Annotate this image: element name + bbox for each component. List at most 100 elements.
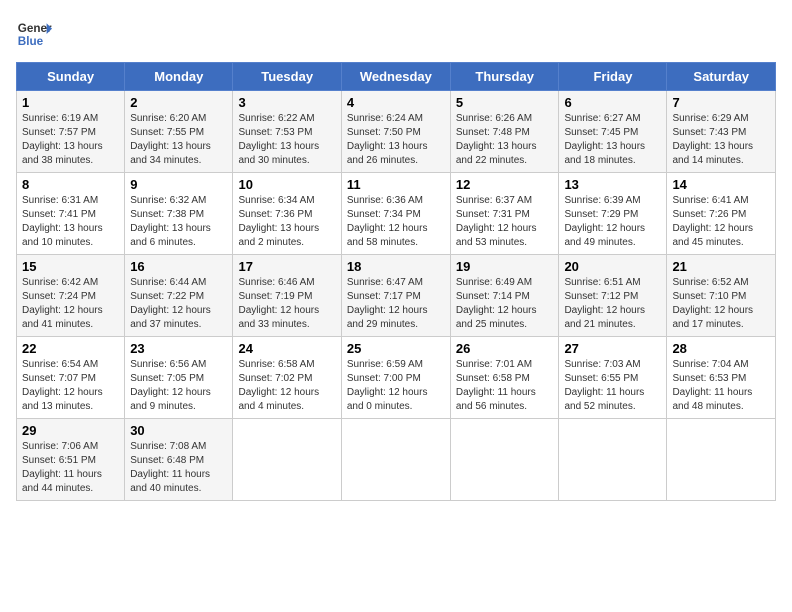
day-number: 18 [347, 259, 445, 274]
calendar-cell: 15 Sunrise: 6:42 AM Sunset: 7:24 PM Dayli… [17, 255, 125, 337]
calendar-cell: 30 Sunrise: 7:08 AM Sunset: 6:48 PM Dayli… [125, 419, 233, 501]
header-cell-tuesday: Tuesday [233, 63, 341, 91]
calendar-cell: 3 Sunrise: 6:22 AM Sunset: 7:53 PM Daylig… [233, 91, 341, 173]
day-detail: Sunrise: 6:32 AM Sunset: 7:38 PM Dayligh… [130, 194, 227, 250]
day-number: 9 [130, 177, 227, 192]
day-number: 14 [672, 177, 770, 192]
day-detail: Sunrise: 6:34 AM Sunset: 7:36 PM Dayligh… [238, 194, 335, 250]
day-detail: Sunrise: 6:36 AM Sunset: 7:34 PM Dayligh… [347, 194, 445, 250]
calendar-cell: 11 Sunrise: 6:36 AM Sunset: 7:34 PM Dayli… [341, 173, 450, 255]
day-detail: Sunrise: 6:20 AM Sunset: 7:55 PM Dayligh… [130, 112, 227, 168]
day-number: 24 [238, 341, 335, 356]
week-row-4: 22 Sunrise: 6:54 AM Sunset: 7:07 PM Dayli… [17, 337, 776, 419]
day-number: 28 [672, 341, 770, 356]
day-detail: Sunrise: 7:06 AM Sunset: 6:51 PM Dayligh… [22, 440, 119, 496]
day-detail: Sunrise: 6:24 AM Sunset: 7:50 PM Dayligh… [347, 112, 445, 168]
day-detail: Sunrise: 6:49 AM Sunset: 7:14 PM Dayligh… [456, 276, 554, 332]
day-number: 27 [564, 341, 661, 356]
calendar-cell: 29 Sunrise: 7:06 AM Sunset: 6:51 PM Dayli… [17, 419, 125, 501]
day-number: 30 [130, 423, 227, 438]
header-cell-monday: Monday [125, 63, 233, 91]
day-detail: Sunrise: 6:19 AM Sunset: 7:57 PM Dayligh… [22, 112, 119, 168]
header-cell-friday: Friday [559, 63, 667, 91]
day-number: 2 [130, 95, 227, 110]
day-number: 4 [347, 95, 445, 110]
day-number: 11 [347, 177, 445, 192]
day-number: 23 [130, 341, 227, 356]
calendar-cell: 1 Sunrise: 6:19 AM Sunset: 7:57 PM Daylig… [17, 91, 125, 173]
header-cell-saturday: Saturday [667, 63, 776, 91]
day-number: 12 [456, 177, 554, 192]
calendar-cell: 28 Sunrise: 7:04 AM Sunset: 6:53 PM Dayli… [667, 337, 776, 419]
day-number: 16 [130, 259, 227, 274]
header-row: SundayMondayTuesdayWednesdayThursdayFrid… [17, 63, 776, 91]
day-detail: Sunrise: 6:26 AM Sunset: 7:48 PM Dayligh… [456, 112, 554, 168]
day-detail: Sunrise: 6:29 AM Sunset: 7:43 PM Dayligh… [672, 112, 770, 168]
day-detail: Sunrise: 6:27 AM Sunset: 7:45 PM Dayligh… [564, 112, 661, 168]
week-row-5: 29 Sunrise: 7:06 AM Sunset: 6:51 PM Dayli… [17, 419, 776, 501]
calendar-table: SundayMondayTuesdayWednesdayThursdayFrid… [16, 62, 776, 501]
day-detail: Sunrise: 7:01 AM Sunset: 6:58 PM Dayligh… [456, 358, 554, 414]
day-number: 6 [564, 95, 661, 110]
calendar-cell: 2 Sunrise: 6:20 AM Sunset: 7:55 PM Daylig… [125, 91, 233, 173]
day-detail: Sunrise: 6:54 AM Sunset: 7:07 PM Dayligh… [22, 358, 119, 414]
day-number: 10 [238, 177, 335, 192]
day-detail: Sunrise: 6:41 AM Sunset: 7:26 PM Dayligh… [672, 194, 770, 250]
day-number: 29 [22, 423, 119, 438]
calendar-cell: 6 Sunrise: 6:27 AM Sunset: 7:45 PM Daylig… [559, 91, 667, 173]
day-number: 20 [564, 259, 661, 274]
day-detail: Sunrise: 6:37 AM Sunset: 7:31 PM Dayligh… [456, 194, 554, 250]
day-detail: Sunrise: 6:46 AM Sunset: 7:19 PM Dayligh… [238, 276, 335, 332]
day-number: 13 [564, 177, 661, 192]
calendar-cell: 18Sunrise: 6:47 AM Sunset: 7:17 PM Dayli… [341, 255, 450, 337]
day-number: 17 [238, 259, 335, 274]
calendar-cell [341, 419, 450, 501]
day-detail: Sunrise: 6:42 AM Sunset: 7:24 PM Dayligh… [22, 276, 119, 332]
day-number: 7 [672, 95, 770, 110]
day-number: 19 [456, 259, 554, 274]
logo-icon: General Blue [16, 16, 52, 52]
calendar-cell: 19 Sunrise: 6:49 AM Sunset: 7:14 PM Dayli… [450, 255, 559, 337]
day-detail: Sunrise: 6:58 AM Sunset: 7:02 PM Dayligh… [238, 358, 335, 414]
day-detail: Sunrise: 6:52 AM Sunset: 7:10 PM Dayligh… [672, 276, 770, 332]
calendar-cell: 26 Sunrise: 7:01 AM Sunset: 6:58 PM Dayli… [450, 337, 559, 419]
day-detail: Sunrise: 6:44 AM Sunset: 7:22 PM Dayligh… [130, 276, 227, 332]
calendar-cell [667, 419, 776, 501]
calendar-cell: 13Sunrise: 6:39 AM Sunset: 7:29 PM Dayli… [559, 173, 667, 255]
week-row-2: 8 Sunrise: 6:31 AM Sunset: 7:41 PM Daylig… [17, 173, 776, 255]
calendar-cell: 14 Sunrise: 6:41 AM Sunset: 7:26 PM Dayli… [667, 173, 776, 255]
calendar-cell [559, 419, 667, 501]
calendar-cell: 4 Sunrise: 6:24 AM Sunset: 7:50 PM Daylig… [341, 91, 450, 173]
week-row-3: 15 Sunrise: 6:42 AM Sunset: 7:24 PM Dayli… [17, 255, 776, 337]
day-detail: Sunrise: 7:04 AM Sunset: 6:53 PM Dayligh… [672, 358, 770, 414]
week-row-1: 1 Sunrise: 6:19 AM Sunset: 7:57 PM Daylig… [17, 91, 776, 173]
day-detail: Sunrise: 6:22 AM Sunset: 7:53 PM Dayligh… [238, 112, 335, 168]
header-cell-wednesday: Wednesday [341, 63, 450, 91]
day-number: 3 [238, 95, 335, 110]
calendar-header: SundayMondayTuesdayWednesdayThursdayFrid… [17, 63, 776, 91]
day-number: 5 [456, 95, 554, 110]
calendar-cell: 10 Sunrise: 6:34 AM Sunset: 7:36 PM Dayli… [233, 173, 341, 255]
calendar-cell: 25Sunrise: 6:59 AM Sunset: 7:00 PM Dayli… [341, 337, 450, 419]
calendar-cell: 7 Sunrise: 6:29 AM Sunset: 7:43 PM Daylig… [667, 91, 776, 173]
day-detail: Sunrise: 6:51 AM Sunset: 7:12 PM Dayligh… [564, 276, 661, 332]
calendar-cell: 12 Sunrise: 6:37 AM Sunset: 7:31 PM Dayli… [450, 173, 559, 255]
day-number: 22 [22, 341, 119, 356]
day-detail: Sunrise: 7:03 AM Sunset: 6:55 PM Dayligh… [564, 358, 661, 414]
day-detail: Sunrise: 6:31 AM Sunset: 7:41 PM Dayligh… [22, 194, 119, 250]
calendar-cell: 23Sunrise: 6:56 AM Sunset: 7:05 PM Dayli… [125, 337, 233, 419]
header: General Blue [16, 16, 776, 52]
day-number: 8 [22, 177, 119, 192]
day-number: 26 [456, 341, 554, 356]
calendar-body: 1 Sunrise: 6:19 AM Sunset: 7:57 PM Daylig… [17, 91, 776, 501]
day-number: 15 [22, 259, 119, 274]
day-number: 25 [347, 341, 445, 356]
calendar-cell: 27 Sunrise: 7:03 AM Sunset: 6:55 PM Dayli… [559, 337, 667, 419]
day-number: 1 [22, 95, 119, 110]
svg-text:Blue: Blue [18, 35, 44, 48]
calendar-cell: 20 Sunrise: 6:51 AM Sunset: 7:12 PM Dayli… [559, 255, 667, 337]
calendar-cell: 22 Sunrise: 6:54 AM Sunset: 7:07 PM Dayli… [17, 337, 125, 419]
day-detail: Sunrise: 7:08 AM Sunset: 6:48 PM Dayligh… [130, 440, 227, 496]
calendar-cell [233, 419, 341, 501]
day-number: 21 [672, 259, 770, 274]
